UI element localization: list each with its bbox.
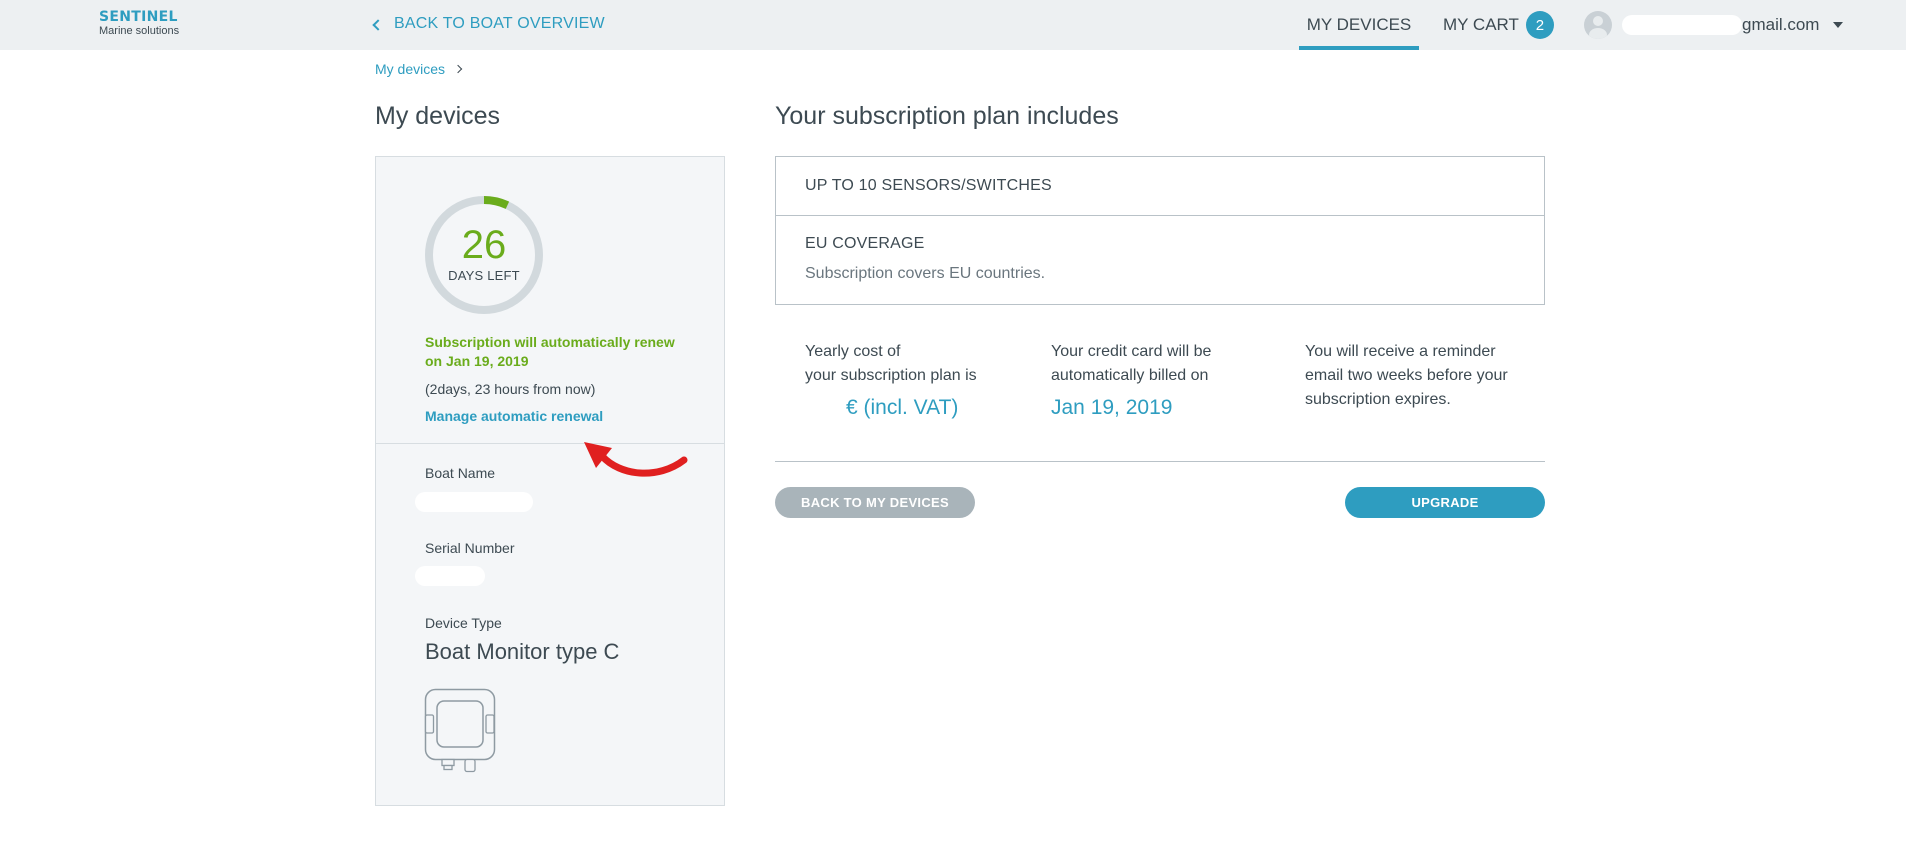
back-link-label: BACK TO BOAT OVERVIEW <box>394 15 605 32</box>
upgrade-button[interactable]: UPGRADE <box>1345 487 1545 518</box>
divider <box>775 461 1545 462</box>
serial-number-label: Serial Number <box>425 540 515 556</box>
renewal-status: Subscription will automatically renew on… <box>425 334 675 369</box>
redacted-serial-number <box>415 566 485 586</box>
back-to-boat-overview-link[interactable]: BACK TO BOAT OVERVIEW <box>372 15 605 33</box>
annotation-arrow-icon <box>584 442 688 477</box>
boat-name-label: Boat Name <box>425 465 496 481</box>
nav-my-devices[interactable]: MY DEVICES <box>1299 0 1419 50</box>
yearly-cost-info: Yearly cost of your subscription plan is… <box>805 340 977 420</box>
reminder-info: You will receive a reminder email two we… <box>1305 340 1508 412</box>
plan-feature-row: UP TO 10 SENSORS/SWITCHES <box>776 157 1544 216</box>
device-type-label: Device Type <box>425 615 502 631</box>
breadcrumb-my-devices[interactable]: My devices <box>375 61 445 77</box>
yearly-cost-value: € (incl. VAT) <box>846 396 959 419</box>
plan-feature-description: Subscription covers EU countries. <box>805 265 1046 282</box>
days-left-number: 26 <box>461 223 507 267</box>
plan-feature-title: UP TO 10 SENSORS/SWITCHES <box>805 177 1052 194</box>
redacted-email-mask <box>1622 15 1742 35</box>
renewal-countdown: (2days, 23 hours from now) <box>425 381 596 397</box>
user-menu[interactable]: gmail.com <box>1584 11 1844 39</box>
avatar <box>1584 11 1612 39</box>
sentinel-logo[interactable]: SENTINEL Marine solutions <box>99 10 179 37</box>
user-email: gmail.com <box>1742 15 1820 34</box>
caret-down-icon <box>1833 22 1844 28</box>
chevron-left-icon <box>372 18 384 31</box>
billing-date-value: Jan 19, 2019 <box>1051 396 1173 419</box>
reminder-text-line-2: email two weeks before your <box>1305 367 1508 384</box>
nav-my-devices-label: MY DEVICES <box>1306 15 1412 34</box>
device-type-value: Boat Monitor type C <box>425 639 620 664</box>
billing-text-line-1: Your credit card will be <box>1051 343 1212 360</box>
logo-title: SENTINEL <box>99 9 178 25</box>
breadcrumb: My devices <box>375 61 463 77</box>
cost-text-line-2: your subscription plan is <box>805 367 977 384</box>
reminder-text-line-1: You will receive a reminder <box>1305 343 1496 360</box>
plan-features-table: UP TO 10 SENSORS/SWITCHES EU COVERAGE Su… <box>775 156 1545 305</box>
plan-feature-title: EU COVERAGE <box>805 235 925 252</box>
back-to-my-devices-button[interactable]: BACK TO MY DEVICES <box>775 487 975 518</box>
logo-subtitle: Marine solutions <box>99 25 180 37</box>
cart-count-badge: 2 <box>1525 11 1554 39</box>
chevron-right-icon <box>453 64 463 74</box>
nav-my-cart[interactable]: MY CART 2 <box>1443 0 1554 50</box>
nav-my-cart-label: MY CART <box>1443 15 1519 34</box>
top-bar: SENTINEL Marine solutions BACK TO BOAT O… <box>0 0 1906 50</box>
redacted-boat-name <box>415 492 533 512</box>
boat-monitor-device-icon <box>424 688 496 773</box>
manage-automatic-renewal-link[interactable]: Manage automatic renewal <box>425 408 603 424</box>
cost-text-line-1: Yearly cost of <box>805 343 901 360</box>
page-title: My devices <box>375 102 501 130</box>
reminder-text-line-3: subscription expires. <box>1305 391 1451 408</box>
plan-feature-row: EU COVERAGE Subscription covers EU count… <box>776 216 1544 304</box>
billing-date-info: Your credit card will be automatically b… <box>1051 340 1211 420</box>
billing-text-line-2: automatically billed on <box>1051 367 1209 384</box>
plan-title: Your subscription plan includes <box>775 102 1119 130</box>
days-left-label: DAYS LEFT <box>448 268 520 283</box>
device-card: 26 DAYS LEFT Subscription will automatic… <box>375 156 725 806</box>
active-tab-indicator <box>1299 46 1419 50</box>
